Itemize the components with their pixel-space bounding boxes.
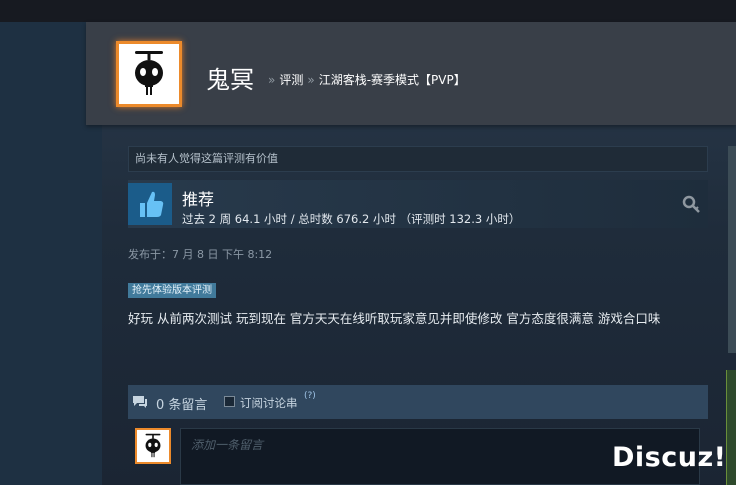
user-avatar[interactable] <box>116 41 182 107</box>
review-verdict-box: 推荐 过去 2 周 64.1 小时 / 总时数 676.2 小时 （评测时 13… <box>128 180 708 228</box>
comment-bar: 0 条留言 订阅讨论串 (?) <box>128 385 708 419</box>
playtime-hours: 过去 2 周 64.1 小时 / 总时数 676.2 小时 （评测时 132.3… <box>182 212 521 226</box>
breadcrumb-separator: » <box>307 73 315 87</box>
robot-avatar-icon <box>137 430 169 462</box>
watermark-text: Discuz! <box>612 442 727 473</box>
breadcrumb-game-link[interactable]: 江湖客栈-赛季模式【PVP】 <box>319 73 466 87</box>
subscribe-help-link[interactable]: (?) <box>304 391 316 401</box>
breadcrumb-separator: » <box>268 73 276 87</box>
breadcrumb-reviews-link[interactable]: 评测 <box>279 73 303 87</box>
early-access-badge: 抢先体验版本评测 <box>128 283 216 298</box>
breadcrumb: » 评测» 江湖客栈-赛季模式【PVP】 <box>264 71 466 88</box>
comment-count: 0 条留言 <box>156 398 208 413</box>
thumbs-up-icon <box>128 183 172 225</box>
verdict-label: 推荐 <box>182 190 215 209</box>
helpful-status-bar: 尚未有人觉得这篇评测有价值 <box>128 146 708 172</box>
top-nav-bar <box>0 0 736 22</box>
username-link[interactable]: 鬼冥 <box>206 60 254 95</box>
side-panel-edge <box>726 370 736 485</box>
commenter-avatar <box>135 428 171 464</box>
robot-avatar-icon <box>119 44 179 104</box>
posted-date: 发布于：7 月 8 日 下午 8:12 <box>128 248 273 261</box>
subscribe-label[interactable]: 订阅讨论串 <box>240 395 298 411</box>
side-panel-edge <box>728 146 736 353</box>
review-body: 好玩 从前两次测试 玩到现在 官方天天在线听取玩家意见并即使修改 官方态度很满意… <box>128 311 661 326</box>
subscribe-checkbox[interactable] <box>224 396 235 407</box>
product-key-icon <box>682 195 700 213</box>
speech-bubble-icon <box>133 396 147 408</box>
